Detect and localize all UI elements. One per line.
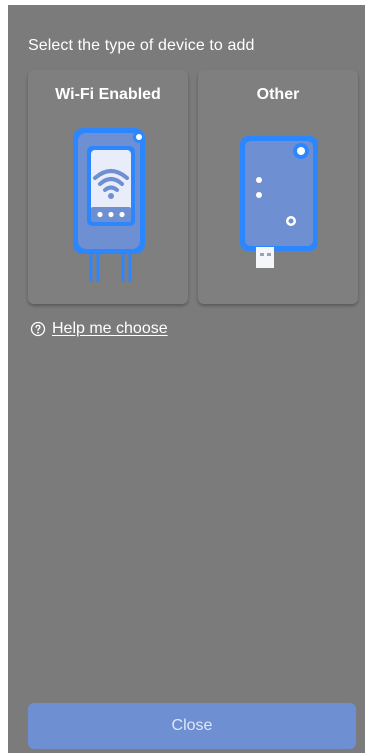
help-me-choose-row[interactable]: Help me choose [30, 320, 168, 338]
help-me-choose-link[interactable]: Help me choose [52, 320, 168, 338]
screen: Select the type of device to add Wi-Fi E… [0, 0, 366, 753]
question-circle-icon [30, 321, 46, 337]
wifi-device-icon [73, 128, 145, 282]
close-button[interactable]: Close [28, 703, 356, 749]
device-selection-panel: Select the type of device to add Wi-Fi E… [8, 5, 365, 753]
other-device-card[interactable]: Other [198, 70, 358, 304]
usb-device-icon [240, 136, 318, 268]
wifi-device-card[interactable]: Wi-Fi Enabled [28, 70, 188, 304]
page-title: Select the type of device to add [28, 37, 255, 54]
